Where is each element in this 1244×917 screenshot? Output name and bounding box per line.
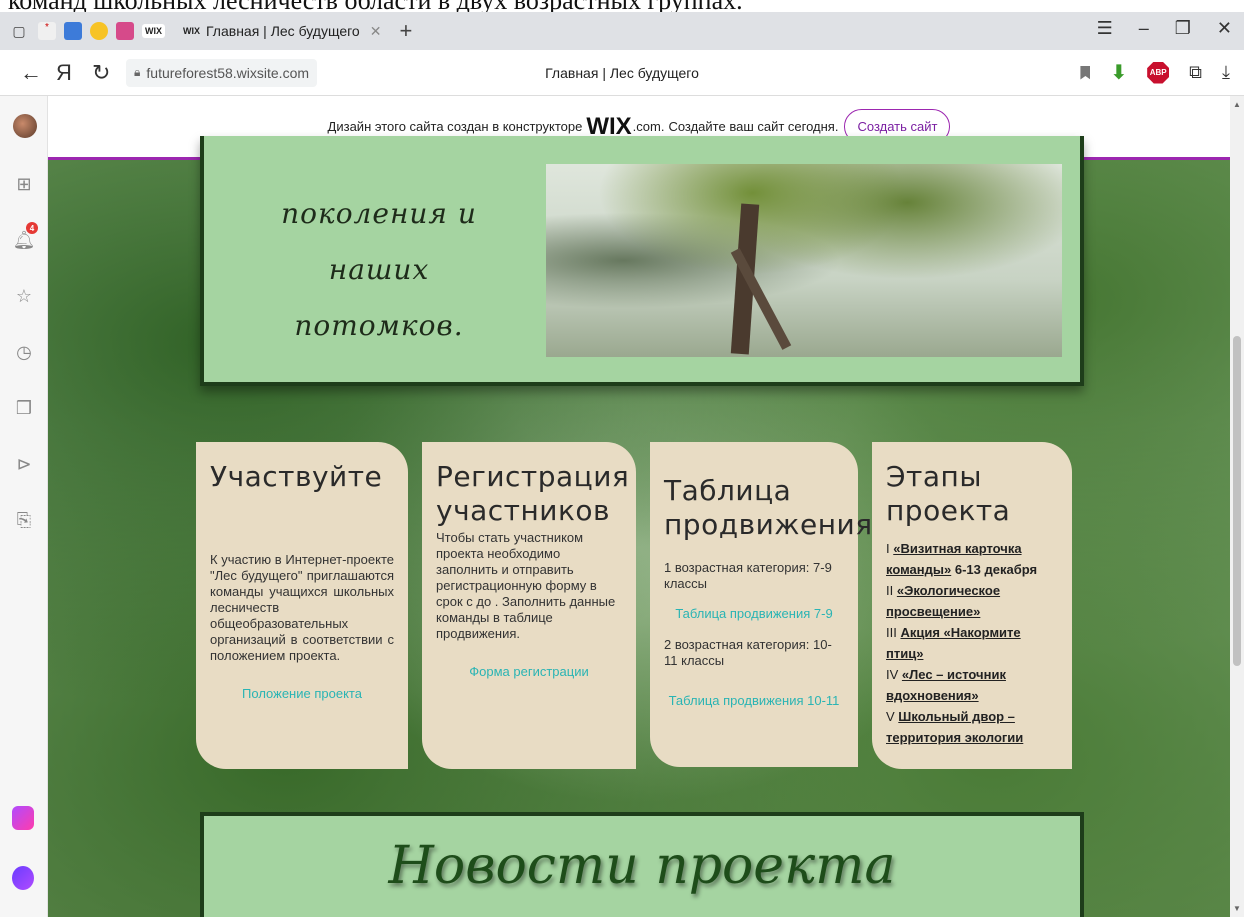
stage-link[interactable]: Акция «Накормите птиц» xyxy=(886,625,1021,661)
stage-link[interactable]: Школьный двор – территория экологии xyxy=(886,709,1023,745)
stages-list: I «Визитная карточка команды» 6-13 декаб… xyxy=(886,538,1058,748)
progress-table-7-9-link[interactable]: Таблица продвижения 7-9 xyxy=(664,606,844,621)
document-search-icon[interactable]: ⎘ xyxy=(12,508,36,532)
list-item: V Школьный двор – территория экологии xyxy=(886,709,1024,745)
url-field[interactable]: 🔒︎ futureforest58.wixsite.com xyxy=(126,58,318,87)
apps-grid-icon[interactable]: ⊞ xyxy=(12,172,36,196)
page-content: Дизайн этого сайта создан в конструкторе… xyxy=(48,96,1230,917)
age-category-1: 1 возрастная категория: 7-9 классы xyxy=(664,560,832,591)
collections-icon[interactable]: ❒ xyxy=(12,396,36,420)
menu-icon[interactable]: ☰ xyxy=(1097,18,1113,39)
close-window-icon[interactable]: ✕ xyxy=(1217,18,1232,39)
tab-favicon-3[interactable] xyxy=(90,22,108,40)
progress-table-10-11-link[interactable]: Таблица продвижения 10-11 xyxy=(664,693,844,708)
avatar[interactable] xyxy=(13,114,37,138)
list-item: I «Визитная карточка команды» 6-13 декаб… xyxy=(886,541,1038,577)
list-item: IV «Лес – источник вдохновения» xyxy=(886,667,1006,703)
downloads-icon[interactable]: ⤓ xyxy=(1222,62,1230,83)
registration-form-link[interactable]: Форма регистрации xyxy=(436,664,622,679)
window-controls: ☰ – ❐ ✕ xyxy=(1097,18,1232,39)
tab-wix-icon[interactable]: WIX xyxy=(142,24,165,38)
wix-banner-text: Дизайн этого сайта создан в конструкторе xyxy=(327,119,583,134)
tab-active[interactable]: WIX Главная | Лес будущего ✕ xyxy=(173,16,392,46)
news-title: Новости проекта xyxy=(388,836,896,896)
list-item: III Акция «Накормите птиц» xyxy=(886,625,1021,661)
tab-title: Главная | Лес будущего xyxy=(206,23,360,39)
tab-favicon-1[interactable]: * xyxy=(38,22,56,40)
card-participate: Участвуйте К участию в Интернет-проекте … xyxy=(196,442,408,769)
address-bar: ← Я ↻ 🔒︎ futureforest58.wixsite.com Глав… xyxy=(0,50,1244,96)
notification-badge: 4 xyxy=(26,222,38,234)
star-icon[interactable]: ☆ xyxy=(12,284,36,308)
intro-box: поколения и наших потомков. xyxy=(200,136,1084,386)
history-icon[interactable]: ◷ xyxy=(12,340,36,364)
stage-link[interactable]: «Экологическое просвещение» xyxy=(886,583,1000,619)
back-icon[interactable]: ← xyxy=(20,60,42,86)
document-text-strip: команд школьных лесничеств области в дву… xyxy=(0,0,1244,12)
tab-favicon-2[interactable] xyxy=(64,22,82,40)
card-title: Таблица продвижения xyxy=(664,474,873,541)
wix-domain: .com. xyxy=(632,119,665,134)
tab-close-icon[interactable]: ✕ xyxy=(370,23,382,40)
card-body: Чтобы стать участником проекта необходим… xyxy=(436,530,616,641)
intro-text: поколения и наших потомков. xyxy=(234,186,524,354)
list-item: II «Экологическое просвещение» xyxy=(886,583,1001,619)
card-title: Регистрация участников xyxy=(436,460,630,527)
lock-icon: 🔒︎ xyxy=(134,65,141,79)
tab-bar: ▢ * WIX WIX Главная | Лес будущего ✕ + ☰… xyxy=(0,12,1244,50)
yandex-icon[interactable]: Я xyxy=(56,60,72,86)
sidebar-toggle-icon[interactable]: ▢ xyxy=(8,20,30,42)
address-bar-tools: ⬇ ABP ⧉ ⤓ xyxy=(1080,60,1230,85)
alice-voice-icon[interactable] xyxy=(12,866,34,890)
card-title: Этапы проекта xyxy=(886,460,1011,527)
card-title: Участвуйте xyxy=(210,460,383,493)
news-section: Новости проекта xyxy=(200,812,1084,917)
bookmark-icon[interactable] xyxy=(1080,65,1091,80)
wix-banner-cta-text: Создайте ваш сайт сегодня. xyxy=(668,119,839,134)
browser-sidebar: ⊞ 🔔︎ 4 ☆ ◷ ❒ ⊳ ⎘ xyxy=(0,96,48,917)
card-registration: Регистрация участников Чтобы стать участ… xyxy=(422,442,636,769)
scrollbar-thumb[interactable] xyxy=(1233,336,1241,666)
reload-icon[interactable]: ↻ xyxy=(92,60,110,86)
adblock-icon[interactable]: ABP xyxy=(1147,61,1170,84)
play-icon[interactable]: ⊳ xyxy=(12,452,36,476)
extension-icon[interactable]: ⧉ xyxy=(1189,62,1202,83)
project-regulation-link[interactable]: Положение проекта xyxy=(210,686,394,701)
restore-icon[interactable]: ❐ xyxy=(1175,18,1191,39)
minimize-icon[interactable]: – xyxy=(1139,18,1149,39)
card-project-stages: Этапы проекта I «Визитная карточка коман… xyxy=(872,442,1072,769)
intro-line-2: потомков. xyxy=(294,309,464,342)
download-helper-icon[interactable]: ⬇ xyxy=(1110,60,1127,85)
intro-line-1: поколения и наших xyxy=(281,197,477,286)
forest-image xyxy=(546,164,1062,357)
new-tab-button[interactable]: + xyxy=(399,18,412,44)
tab-wix-icon-active: WIX xyxy=(183,26,200,36)
card-body: К участию в Интернет-проекте "Лес будуще… xyxy=(210,552,394,663)
alice-assistant-icon[interactable] xyxy=(12,806,34,830)
page-scrollbar[interactable]: ▲ ▼ xyxy=(1230,96,1244,917)
url-text: futureforest58.wixsite.com xyxy=(146,64,310,81)
age-category-2: 2 возрастная категория: 10-11 классы xyxy=(664,637,832,668)
stage-link[interactable]: «Лес – источник вдохновения» xyxy=(886,667,1006,703)
card-progress-table: Таблица продвижения 1 возрастная категор… xyxy=(650,442,873,767)
scroll-up-icon[interactable]: ▲ xyxy=(1233,100,1241,109)
scroll-down-icon[interactable]: ▼ xyxy=(1233,904,1241,913)
tab-favicon-4[interactable] xyxy=(116,22,134,40)
